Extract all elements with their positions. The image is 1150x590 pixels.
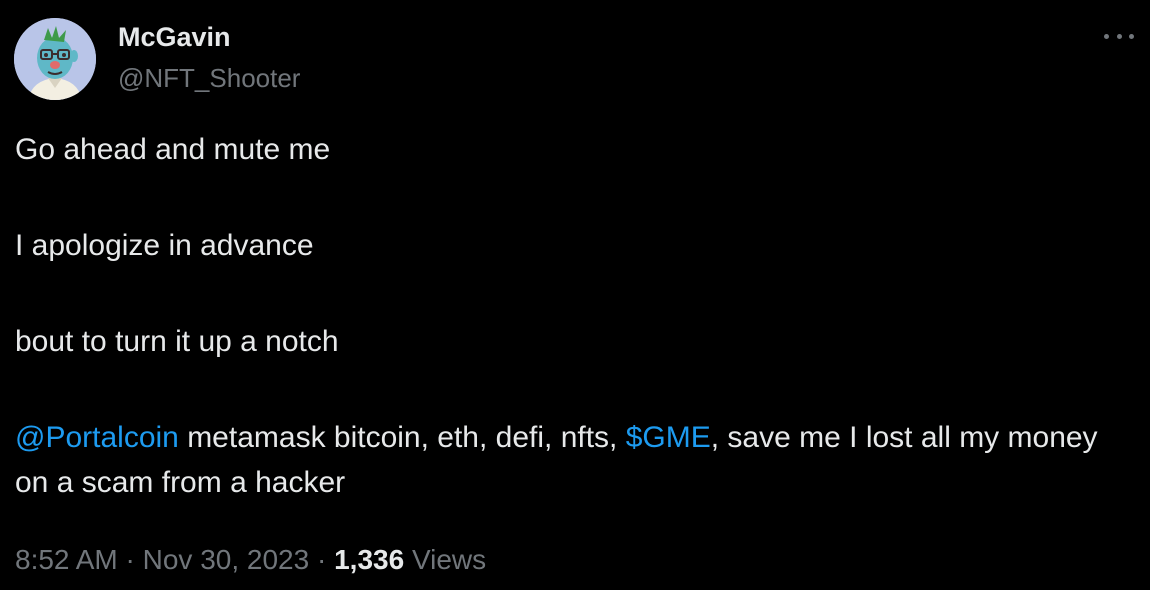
tweet-metadata: 8:52 AM · Nov 30, 2023 · 1,336 Views <box>15 540 486 580</box>
tweet-line-3: bout to turn it up a notch <box>15 325 339 358</box>
cartoon-character-avatar-icon <box>14 18 96 100</box>
tweet-header: McGavin @NFT_Shooter <box>14 18 300 100</box>
views-count: 1,336 <box>334 544 405 575</box>
timestamp-time[interactable]: 8:52 AM <box>15 544 118 575</box>
line-break <box>15 172 1125 223</box>
more-options-button[interactable] <box>1104 24 1134 48</box>
line-break <box>15 364 1125 415</box>
user-handle[interactable]: @NFT_Shooter <box>118 61 300 95</box>
more-horizontal-icon <box>1104 33 1109 39</box>
tweet-line-4: @Portalcoin metamask bitcoin, eth, defi,… <box>15 415 1125 505</box>
views-label: Views <box>404 544 487 575</box>
separator: · <box>309 544 335 575</box>
cashtag-link[interactable]: $GME <box>626 421 711 454</box>
line-break <box>15 268 1125 319</box>
mention-link[interactable]: @Portalcoin <box>15 421 179 454</box>
avatar[interactable] <box>14 18 96 100</box>
tweet-card: McGavin @NFT_Shooter Go ahead and mute m… <box>0 0 1150 590</box>
author-names: McGavin @NFT_Shooter <box>118 20 300 95</box>
display-name[interactable]: McGavin <box>118 20 300 54</box>
tweet-text-segment: metamask bitcoin, eth, defi, nfts, <box>178 421 626 454</box>
separator: · <box>117 544 143 575</box>
tweet-line-1: Go ahead and mute me <box>15 133 331 166</box>
more-horizontal-icon-dot <box>1116 33 1122 39</box>
tweet-text: Go ahead and mute me I apologize in adva… <box>15 127 1125 505</box>
tweet-line-2: I apologize in advance <box>15 229 314 262</box>
more-horizontal-icon-dot <box>1129 33 1134 39</box>
timestamp-date[interactable]: Nov 30, 2023 <box>143 544 310 575</box>
